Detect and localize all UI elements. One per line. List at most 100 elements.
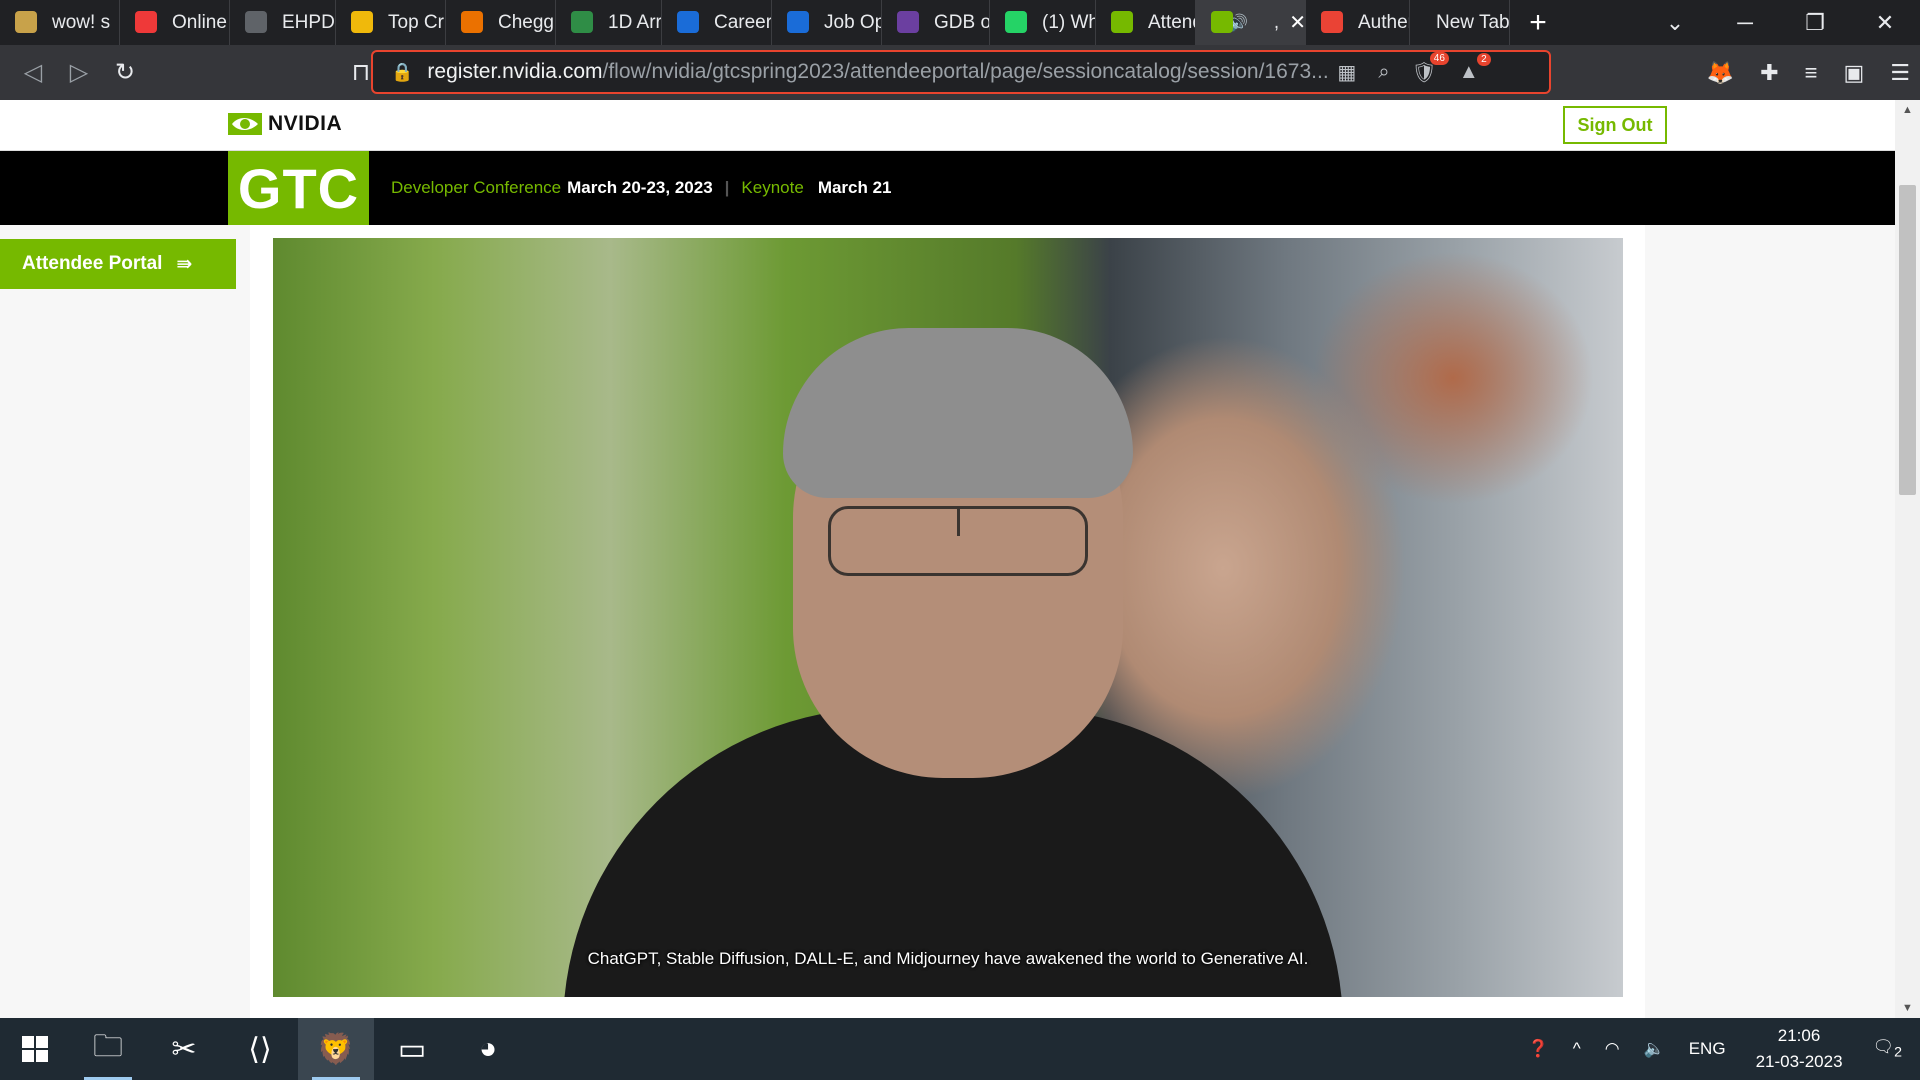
event-dates: March 20-23, 2023 bbox=[567, 178, 713, 197]
browser-tab[interactable]: EHPD bbox=[230, 0, 336, 45]
clock[interactable]: 21:06 21-03-2023 bbox=[1756, 1023, 1843, 1075]
speaker-glasses bbox=[828, 506, 1088, 576]
close-tab-icon[interactable]: ✕ bbox=[1289, 10, 1305, 35]
zoom-icon[interactable]: ⌕ bbox=[1378, 61, 1389, 84]
nvidia-logo[interactable]: NVIDIA bbox=[228, 112, 342, 136]
gmail-icon bbox=[1321, 11, 1343, 33]
video-player[interactable]: ChatGPT, Stable Diffusion, DALL-E, and M… bbox=[273, 238, 1623, 997]
address-bar[interactable]: 🔒 register.nvidia.com/flow/nvidia/gtcspr… bbox=[371, 50, 1551, 94]
brave-rewards-icon[interactable]: ▲ 2 bbox=[1459, 52, 1491, 84]
file-explorer-icon[interactable]: 🗀 bbox=[70, 1018, 146, 1080]
tab-label: Top Cr bbox=[388, 11, 444, 33]
tab-label: GDB o bbox=[934, 11, 990, 33]
scroll-down-arrow[interactable]: ▼ bbox=[1899, 1002, 1916, 1014]
show-hidden-icons[interactable]: ^ bbox=[1573, 1039, 1581, 1059]
keynote-date: March 21 bbox=[817, 178, 892, 197]
restore-button[interactable]: ❐ bbox=[1780, 10, 1850, 36]
snipping-tool-icon[interactable]: ✂ bbox=[146, 1018, 222, 1080]
window-controls: ⌄ ─ ❐ ✕ bbox=[1640, 0, 1920, 45]
edge-icon[interactable]: ◕ bbox=[450, 1018, 526, 1080]
start-button[interactable] bbox=[0, 1018, 70, 1080]
windows-logo-icon bbox=[22, 1036, 48, 1062]
browser-tab[interactable]: Auther bbox=[1306, 0, 1410, 45]
forward-button[interactable]: ▷ bbox=[56, 50, 102, 96]
tab-label: 1D Arr bbox=[608, 11, 662, 33]
browser-tab[interactable]: Top Cr bbox=[336, 0, 446, 45]
browser-tab[interactable]: New Tab bbox=[1410, 0, 1510, 45]
volume-icon[interactable]: 🔈 bbox=[1644, 1039, 1665, 1059]
chegg-icon bbox=[461, 11, 483, 33]
browser-tab[interactable]: Attend bbox=[1096, 0, 1196, 45]
metamask-icon[interactable]: 🦊 bbox=[1707, 60, 1734, 86]
keynote-label: Keynote bbox=[741, 178, 804, 197]
back-button[interactable]: ◁ bbox=[10, 50, 56, 96]
browser-tab[interactable]: Job Op bbox=[772, 0, 882, 45]
brand-name: NVIDIA bbox=[268, 112, 343, 135]
attendee-portal-button[interactable]: Attendee Portal ⇛ bbox=[0, 239, 236, 289]
clock-time: 21:06 bbox=[1777, 1026, 1821, 1045]
bluebox-icon bbox=[787, 11, 809, 33]
speaker-hair bbox=[783, 328, 1133, 498]
qr-code-icon[interactable]: ▦ bbox=[1337, 60, 1356, 85]
reload-button[interactable]: ↻ bbox=[102, 50, 148, 96]
site-header: NVIDIA Sign Out bbox=[0, 100, 1895, 151]
tab-label: wow! s bbox=[52, 11, 111, 33]
tab-label: Auther bbox=[1358, 11, 1410, 33]
tab-label: Attend bbox=[1148, 11, 1195, 33]
tab-search-icon[interactable]: ⌄ bbox=[1640, 10, 1710, 36]
vscode-icon[interactable]: ⟨⟩ bbox=[222, 1018, 298, 1080]
wallet-icon[interactable]: ▣ bbox=[1843, 60, 1864, 86]
tab-label: EHPD bbox=[282, 11, 335, 33]
menu-arrow-icon: ⇛ bbox=[176, 253, 193, 275]
browser-tab[interactable]: Online bbox=[120, 0, 230, 45]
browser-toolbar: ◁ ▷ ↻ ⊓ 🔒 register.nvidia.com/flow/nvidi… bbox=[0, 45, 1920, 100]
tab-label: Online bbox=[172, 11, 227, 33]
globe-icon bbox=[245, 11, 267, 33]
browser-tab[interactable]: GDB o bbox=[882, 0, 990, 45]
nvidia-eye-icon bbox=[228, 113, 262, 135]
browser-tab[interactable]: Career bbox=[662, 0, 772, 45]
coding-icon bbox=[571, 11, 593, 33]
binance-icon bbox=[351, 11, 373, 33]
brave-shields-icon[interactable]: 🛡 46 bbox=[1412, 51, 1449, 85]
browser-tab[interactable]: (1) Wh bbox=[990, 0, 1096, 45]
brave-icon[interactable]: 🦁 bbox=[298, 1018, 374, 1080]
browser-tab[interactable]: Chegg bbox=[446, 0, 556, 45]
menu-icon[interactable]: ☰ bbox=[1890, 60, 1910, 86]
gtc-logo[interactable]: GTC bbox=[228, 151, 369, 225]
extensions-icon[interactable]: ✚ bbox=[1760, 60, 1778, 86]
notifications-icon[interactable]: 🗨2 bbox=[1873, 1037, 1902, 1060]
url-text[interactable]: register.nvidia.com/flow/nvidia/gtcsprin… bbox=[427, 60, 1327, 84]
attendee-portal-label: Attendee Portal bbox=[22, 253, 163, 274]
separator: | bbox=[724, 178, 730, 197]
playlist-icon[interactable]: ≡ bbox=[1805, 60, 1818, 86]
video-caption: ChatGPT, Stable Diffusion, DALL-E, and M… bbox=[587, 949, 1309, 968]
wifi-icon[interactable]: ◠ bbox=[1605, 1039, 1620, 1059]
event-info: Developer Conference March 20-23, 2023 |… bbox=[391, 151, 892, 225]
tab-label: Career bbox=[714, 11, 772, 33]
nvidia-icon bbox=[1111, 11, 1133, 33]
nvidia-icon bbox=[1211, 11, 1233, 33]
close-window-button[interactable]: ✕ bbox=[1850, 10, 1920, 36]
sign-out-button[interactable]: Sign Out bbox=[1563, 106, 1667, 144]
taskbar-apps: 🗀 ✂ ⟨⟩ 🦁 ▭ ◕ bbox=[70, 1018, 526, 1080]
terminal-icon[interactable]: ▭ bbox=[374, 1018, 450, 1080]
system-tray: ❓ ^ ◠ 🔈 ENG 21:06 21-03-2023 🗨2 bbox=[1516, 1018, 1920, 1080]
shields-count-badge: 46 bbox=[1429, 51, 1449, 65]
help-icon[interactable]: ❓ bbox=[1528, 1039, 1549, 1059]
notification-count: 2 bbox=[1894, 1044, 1902, 1061]
new-tab-button[interactable]: + bbox=[1510, 0, 1566, 45]
minimize-button[interactable]: ─ bbox=[1710, 10, 1780, 36]
event-label: Developer Conference bbox=[391, 178, 562, 197]
scrollbar-thumb[interactable] bbox=[1899, 185, 1916, 495]
browser-tab[interactable]: 1D Arr bbox=[556, 0, 662, 45]
scroll-up-arrow[interactable]: ▲ bbox=[1899, 104, 1916, 116]
doge-icon bbox=[15, 11, 37, 33]
browser-tab[interactable]: 🔊, ✕ bbox=[1196, 0, 1306, 45]
language-indicator[interactable]: ENG bbox=[1689, 1039, 1726, 1059]
browser-tab[interactable]: wow! s bbox=[0, 0, 120, 45]
vivaldi-icon bbox=[135, 11, 157, 33]
event-banner: GTC Developer Conference March 20-23, 20… bbox=[0, 151, 1895, 225]
tab-strip: wow! s Online EHPD Top Cr Chegg 1D Arr Career J… bbox=[0, 0, 1920, 45]
lock-icon[interactable]: 🔒 bbox=[391, 62, 413, 83]
